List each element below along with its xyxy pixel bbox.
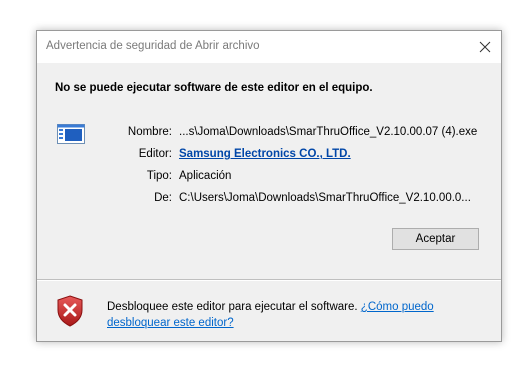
publisher-label: Editor: [138, 148, 172, 160]
security-warning-dialog: Advertencia de seguridad de Abrir archiv… [36, 30, 502, 342]
file-details: Nombre: ...s\Joma\Downloads\SmarThruOffi… [97, 121, 477, 209]
type-label: Tipo: [146, 170, 172, 182]
publisher-link[interactable]: Samsung Electronics CO., LTD. [179, 148, 351, 160]
close-icon [479, 41, 491, 53]
name-row: Nombre: ...s\Joma\Downloads\SmarThruOffi… [97, 121, 477, 143]
executable-file-icon [57, 124, 85, 144]
title-bar: Advertencia de seguridad de Abrir archiv… [37, 31, 501, 63]
shield-error-icon [57, 295, 83, 327]
from-label: De: [154, 192, 172, 204]
footer-text: Desbloquee este editor para ejecutar el … [107, 301, 361, 313]
name-label: Nombre: [127, 126, 172, 138]
publisher-row: Editor: Samsung Electronics CO., LTD. [97, 143, 477, 165]
type-row: Tipo: Aplicación [97, 165, 477, 187]
warning-message: No se puede ejecutar software de este ed… [55, 82, 373, 94]
window-title: Advertencia de seguridad de Abrir archiv… [46, 40, 260, 52]
accept-button[interactable]: Aceptar [392, 228, 479, 250]
divider-highlight [37, 280, 501, 281]
unblock-instructions: Desbloquee este editor para ejecutar el … [107, 299, 477, 331]
from-value: C:\Users\Joma\Downloads\SmarThruOffice_V… [179, 192, 471, 204]
from-row: De: C:\Users\Joma\Downloads\SmarThruOffi… [97, 187, 477, 209]
close-button[interactable] [469, 31, 501, 63]
type-value: Aplicación [179, 170, 232, 182]
name-value: ...s\Joma\Downloads\SmarThruOffice_V2.10… [179, 126, 478, 138]
